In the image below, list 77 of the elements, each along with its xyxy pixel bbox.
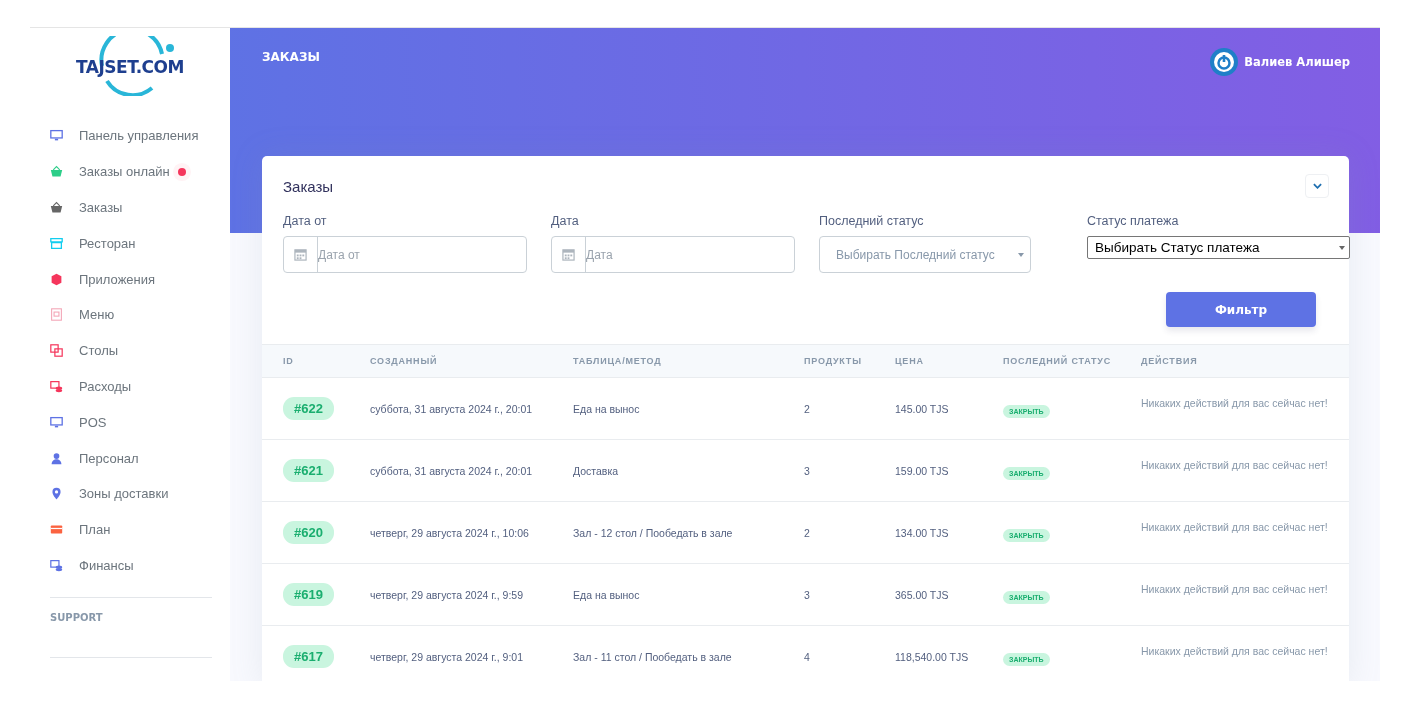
sidebar-item[interactable]: Столы [30, 332, 230, 369]
basket-icon [50, 165, 63, 179]
cube-icon [50, 272, 63, 286]
table-cell-text: 3 [804, 588, 811, 601]
monitor-icon [50, 129, 63, 143]
table-cell-text: 3 [804, 464, 811, 477]
monitor-icon [50, 415, 63, 429]
coins-icon [50, 558, 63, 572]
date-field[interactable]: Дата от [283, 236, 527, 273]
date-field[interactable]: Дата [551, 236, 795, 273]
field-label: Последний статус [819, 214, 925, 228]
status-dropdown[interactable]: Выбирать Последний статус [819, 236, 1031, 273]
coins-icon [50, 379, 63, 393]
basket-icon [50, 201, 63, 214]
notebook-icon [50, 308, 63, 322]
table-cell-text: Зал - 12 стол / Пообедать в зале [573, 526, 734, 539]
column-header: ПРОДУКТЫ [804, 356, 863, 366]
sidebar-item[interactable]: Зоны доставки [30, 475, 230, 512]
table-cell-text: Никаких действий для вас сейчас нет! [1141, 397, 1329, 409]
column-header: СОЗДАННЫЙ [370, 356, 439, 366]
payment-status-dropdown[interactable]: Выбирать Статус платежа [1087, 236, 1350, 259]
location-pin-icon [50, 487, 63, 501]
caret-icon [1018, 252, 1024, 257]
table-cell-text: четверг, 29 августа 2024 г., 9:59 [370, 588, 524, 601]
table-cell-text: 145.00 TJS [895, 402, 950, 415]
table-cell-text: суббота, 31 августа 2024 г., 20:01 [370, 402, 534, 415]
squares-icon [50, 344, 63, 358]
sidebar-item[interactable]: Персонал [30, 440, 230, 476]
table-cell-text: 2 [804, 402, 811, 415]
sidebar-item[interactable]: Меню [30, 297, 230, 333]
sidebar-item[interactable]: Расходы [30, 368, 230, 405]
caret-icon [1339, 245, 1345, 250]
table-cell-text: 365.00 TJS [895, 588, 950, 601]
column-header: ДЕЙСТВИЯ [1141, 356, 1199, 366]
table-cell-text: четверг, 29 августа 2024 г., 9:01 [370, 650, 524, 663]
table-cell-text: 159.00 TJS [895, 464, 950, 477]
filter-button[interactable]: Фильтр [1166, 292, 1316, 327]
column-header: ID [283, 356, 295, 366]
user-menu[interactable]: Валиев Алишер [1210, 48, 1350, 76]
table-cell-text: Зал - 11 стол / Пообедать в зале [573, 650, 733, 663]
table-cell-text: 118,540.00 TJS [895, 650, 970, 663]
sidebar-item[interactable]: Ресторан [30, 225, 230, 262]
table-cell-text: Никаких действий для вас сейчас нет! [1141, 521, 1329, 533]
column-header: ТАБЛИЦА/МЕТОД [573, 356, 663, 366]
table-cell-text: четверг, 29 августа 2024 г., 10:06 [370, 526, 530, 539]
column-header: ПОСЛЕДНИЙ СТАТУС [1003, 356, 1113, 366]
chevron-down-icon [1312, 183, 1322, 189]
table-cell-text: 2 [804, 526, 811, 539]
table-cell-text: суббота, 31 августа 2024 г., 20:01 [370, 464, 534, 477]
logo[interactable]: TAJSET.COM [30, 34, 230, 114]
sidebar-item[interactable]: POS [30, 404, 230, 441]
table-cell-text: Никаких действий для вас сейчас нет! [1141, 645, 1329, 657]
sidebar-item[interactable]: Панель управления [30, 118, 230, 154]
sidebar-item[interactable]: Приложения [30, 261, 230, 297]
table-cell-text: Доставка [573, 464, 620, 477]
card-title: Заказы [283, 177, 334, 195]
field-label: Дата от [283, 214, 328, 228]
person-icon [50, 451, 63, 465]
sidebar-item[interactable]: Финансы [30, 547, 230, 584]
power-icon [1210, 48, 1239, 76]
table-cell-text: Еда на вынос [573, 588, 641, 601]
collapse-button[interactable] [1305, 174, 1329, 198]
table-cell-text: Еда на вынос [573, 402, 641, 415]
sidebar-item[interactable]: План [30, 511, 230, 548]
column-header: ЦЕНА [895, 356, 925, 366]
card-icon [50, 523, 63, 537]
page-title: ЗАКАЗЫ [262, 50, 320, 64]
shop-icon [50, 236, 63, 250]
table-cell-text: 4 [804, 650, 811, 663]
table-cell-text: 134.00 TJS [895, 526, 950, 539]
field-label: Статус платежа [1087, 214, 1180, 228]
field-label: Дата [551, 214, 580, 228]
table-cell-text: Никаких действий для вас сейчас нет! [1141, 583, 1329, 595]
sidebar-item[interactable]: Заказы [30, 189, 230, 226]
table-cell-text: Никаких действий для вас сейчас нет! [1141, 459, 1329, 471]
sidebar-item[interactable]: Заказы онлайн [30, 153, 230, 190]
section-heading: SUPPORT [49, 611, 104, 624]
